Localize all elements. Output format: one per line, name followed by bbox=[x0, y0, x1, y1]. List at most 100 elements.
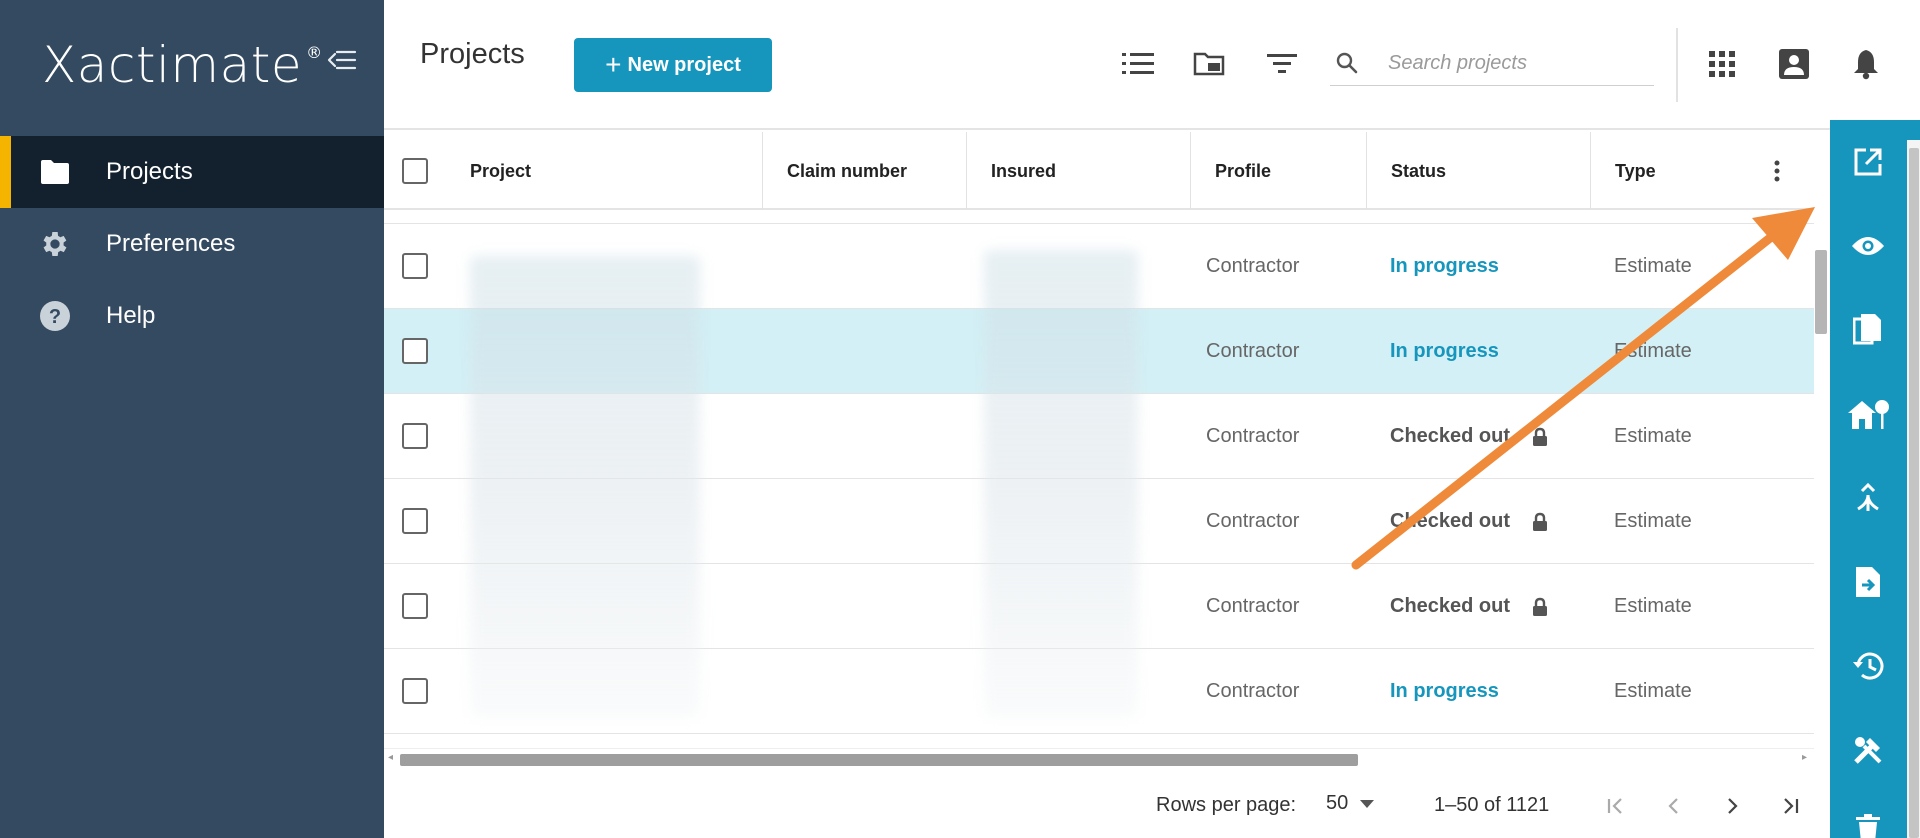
last-page-icon bbox=[1784, 798, 1799, 814]
status-cell: Checked out bbox=[1390, 564, 1548, 649]
account-box-icon bbox=[1779, 49, 1809, 79]
row-checkbox[interactable] bbox=[402, 338, 428, 364]
history-button[interactable] bbox=[1840, 638, 1896, 694]
apps-button[interactable] bbox=[1704, 46, 1740, 82]
lock-icon bbox=[1532, 427, 1548, 447]
sidebar-item-label: Preferences bbox=[106, 230, 236, 257]
status-cell: In progress bbox=[1390, 680, 1499, 702]
column-header-insured[interactable]: Insured bbox=[966, 132, 1190, 210]
collapse-sidebar-button[interactable] bbox=[322, 44, 362, 76]
trash-icon bbox=[1856, 814, 1880, 838]
new-project-button[interactable]: + New project bbox=[574, 38, 772, 92]
sidebar-item-preferences[interactable]: Preferences bbox=[0, 208, 384, 280]
open-project-button[interactable] bbox=[1840, 134, 1896, 190]
row-checkbox[interactable] bbox=[402, 508, 428, 534]
lock-icon bbox=[1532, 512, 1548, 532]
page-range: 1–50 of 1121 bbox=[1434, 794, 1550, 816]
vertical-scroll-thumb[interactable] bbox=[1815, 250, 1827, 334]
folder-icon bbox=[38, 155, 72, 189]
profile-cell: Contractor bbox=[1206, 510, 1300, 532]
more-vertical-icon bbox=[1774, 160, 1780, 182]
pagination: Rows per page: 50 1–50 of 1121 bbox=[384, 770, 1830, 838]
property-button[interactable] bbox=[1840, 386, 1896, 442]
copy-project-button[interactable] bbox=[1840, 302, 1896, 358]
type-cell: Estimate bbox=[1614, 680, 1692, 702]
house-tree-icon bbox=[1848, 400, 1889, 429]
chevron-right-icon bbox=[1728, 798, 1738, 814]
page-title: Projects bbox=[420, 38, 525, 70]
filter-button[interactable] bbox=[1264, 46, 1300, 82]
column-header-status[interactable]: Status bbox=[1366, 132, 1590, 210]
help-icon: ? bbox=[38, 299, 72, 333]
view-project-button[interactable] bbox=[1840, 218, 1896, 274]
lock-icon bbox=[1532, 597, 1548, 617]
search-field[interactable] bbox=[1330, 42, 1654, 86]
rows-per-page-label: Rows per page: bbox=[1156, 794, 1297, 816]
collapse-menu-icon bbox=[327, 50, 357, 70]
column-options-button[interactable] bbox=[1760, 154, 1794, 188]
sidebar-item-help[interactable]: ? Help bbox=[0, 280, 384, 352]
redacted-project-names bbox=[470, 256, 700, 718]
status-cell: In progress bbox=[1390, 340, 1499, 362]
sidebar-item-label: Help bbox=[106, 302, 156, 329]
profile-cell: Contractor bbox=[1206, 680, 1300, 702]
folder-view-button[interactable] bbox=[1192, 46, 1228, 82]
profile-cell: Contractor bbox=[1206, 595, 1300, 617]
export-button[interactable] bbox=[1840, 554, 1896, 610]
redacted-insured-names bbox=[984, 250, 1138, 718]
new-project-label: New project bbox=[627, 53, 741, 76]
horizontal-scrollbar[interactable]: ◂ ▸ bbox=[384, 748, 1814, 768]
bell-icon bbox=[1854, 50, 1878, 80]
search-icon bbox=[1336, 52, 1358, 74]
notifications-button[interactable] bbox=[1848, 46, 1884, 82]
main-content: Projects + New project Search projects P… bbox=[384, 0, 1878, 838]
status-cell: In progress bbox=[1390, 255, 1499, 277]
chevron-left-icon bbox=[1668, 798, 1678, 814]
row-checkbox[interactable] bbox=[402, 253, 428, 279]
action-panel-scroll-thumb[interactable] bbox=[1909, 148, 1919, 838]
column-header-project[interactable]: Project bbox=[446, 132, 746, 210]
sidebar-item-projects[interactable]: Projects bbox=[0, 136, 384, 208]
toolbar-divider bbox=[1676, 28, 1678, 102]
app-window: Xactimate ® Projects Preferences ? Help … bbox=[0, 0, 1920, 838]
delete-button[interactable] bbox=[1840, 806, 1896, 838]
merge-button[interactable] bbox=[1840, 470, 1896, 526]
svg-text:?: ? bbox=[49, 306, 61, 328]
action-panel-scrollbar[interactable] bbox=[1906, 140, 1920, 838]
next-page-button[interactable] bbox=[1714, 788, 1750, 824]
scroll-left-icon[interactable]: ◂ bbox=[388, 752, 393, 763]
file-export-icon bbox=[1856, 567, 1880, 597]
vertical-scrollbar[interactable] bbox=[1813, 138, 1829, 750]
rows-per-page-value: 50 bbox=[1326, 792, 1349, 814]
status-text: Checked out bbox=[1390, 595, 1511, 617]
sidebar: Xactimate ® Projects Preferences ? Help bbox=[0, 0, 384, 838]
last-page-button[interactable] bbox=[1772, 788, 1808, 824]
sidebar-item-label: Projects bbox=[106, 158, 193, 185]
row-checkbox[interactable] bbox=[402, 423, 428, 449]
gear-icon bbox=[38, 227, 72, 261]
open-in-new-icon bbox=[1854, 148, 1882, 176]
profile-cell: Contractor bbox=[1206, 255, 1300, 277]
status-cell: Checked out bbox=[1390, 394, 1548, 479]
column-header-profile[interactable]: Profile bbox=[1190, 132, 1366, 210]
first-page-button[interactable] bbox=[1598, 788, 1634, 824]
filter-icon bbox=[1267, 54, 1297, 73]
status-text: Checked out bbox=[1390, 510, 1511, 532]
account-button[interactable] bbox=[1776, 46, 1812, 82]
type-cell: Estimate bbox=[1614, 595, 1692, 617]
row-checkbox[interactable] bbox=[402, 593, 428, 619]
list-icon bbox=[1122, 53, 1154, 74]
previous-page-button[interactable] bbox=[1656, 788, 1692, 824]
folder-stack-icon bbox=[1193, 52, 1225, 76]
select-all-checkbox[interactable] bbox=[402, 158, 428, 184]
rows-per-page-select[interactable]: 50 bbox=[1326, 792, 1375, 815]
tools-button[interactable] bbox=[1840, 722, 1896, 778]
list-view-button[interactable] bbox=[1120, 46, 1156, 82]
search-input[interactable] bbox=[1388, 48, 1648, 78]
horizontal-scroll-thumb[interactable] bbox=[400, 754, 1358, 766]
column-header-claim-number[interactable]: Claim number bbox=[762, 132, 966, 210]
row-checkbox[interactable] bbox=[402, 678, 428, 704]
column-header-type[interactable]: Type bbox=[1590, 132, 1760, 210]
top-bar: Projects + New project bbox=[384, 0, 1878, 130]
scroll-right-icon[interactable]: ▸ bbox=[1802, 752, 1807, 763]
